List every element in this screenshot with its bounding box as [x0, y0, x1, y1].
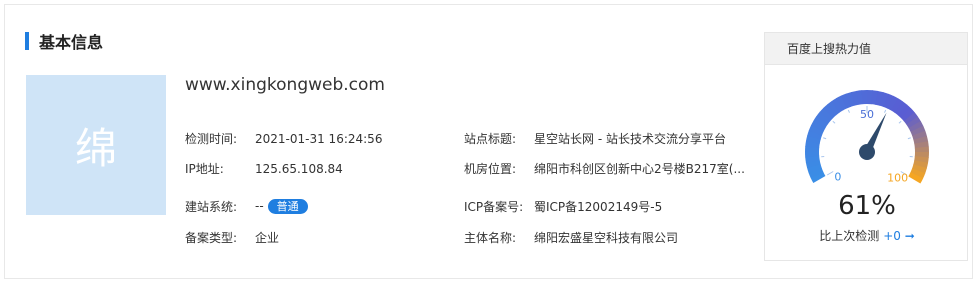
field-label: IP地址:: [185, 162, 224, 176]
field-label: 站点标题:: [464, 132, 517, 146]
heat-gauge: 0 50 100: [805, 90, 929, 185]
field-value[interactable]: 蜀ICP备12002149号-5: [534, 198, 662, 215]
field-value: 企业: [255, 231, 280, 245]
field-label: 建站系统:: [185, 200, 238, 214]
field-cms: 建站系统: -- 普通: [185, 198, 308, 215]
field-entity-name: 主体名称: 绵阳宏盛星空科技有限公司: [464, 229, 678, 246]
gauge-arc: [805, 90, 929, 184]
field-value: 绵阳市科创区创新中心2号楼B217室(...: [534, 162, 745, 176]
gauge-tick: [823, 137, 827, 140]
field-label: 主体名称:: [464, 231, 517, 245]
gauge-tick: [884, 109, 887, 113]
section-accent-bar: [25, 32, 29, 50]
field-value: 星空站长网 - 站长技术交流分享平台: [534, 132, 726, 146]
cms-badge: 普通: [267, 199, 308, 214]
field-site-title: 站点标题: 星空站长网 - 站长技术交流分享平台: [464, 130, 726, 147]
thumbnail-char: 绵: [74, 123, 117, 173]
section-header: 基本信息: [25, 31, 104, 52]
field-record-type: 备案类型: 企业: [185, 229, 279, 246]
compare-label: 比上次检测: [819, 229, 880, 243]
basic-info-card: 基本信息 绵 www.xingkongweb.com 检测时间: 2021-01…: [4, 4, 973, 279]
field-icp-number: ICP备案号: 蜀ICP备12002149号-5: [464, 198, 662, 215]
field-check-time: 检测时间: 2021-01-31 16:24:56: [185, 130, 382, 147]
compare-delta[interactable]: +0 ➞: [883, 229, 915, 243]
field-label: 备案类型:: [185, 231, 238, 245]
field-value: 2021-01-31 16:24:56: [255, 131, 383, 146]
site-domain[interactable]: www.xingkongweb.com: [185, 75, 385, 95]
gauge-tick: [907, 137, 911, 140]
gauge-title: 百度上搜热力值: [765, 33, 967, 65]
field-server-location: 机房位置: 绵阳市科创区创新中心2号楼B217室(...: [464, 160, 745, 177]
gauge-tick: [826, 171, 834, 176]
gauge-max-label: 100: [887, 172, 908, 185]
field-value[interactable]: 125.65.108.84: [255, 162, 343, 176]
field-value[interactable]: 绵阳宏盛星空科技有限公司: [534, 229, 678, 246]
gauge-value: 61%: [838, 191, 896, 221]
heat-gauge-panel: 百度上搜热力值 0 50 100 61% 比上次检测 +0 ➞: [764, 32, 968, 261]
needle-hub: [859, 144, 875, 160]
field-label: ICP备案号:: [464, 200, 524, 214]
gauge-tick: [847, 109, 850, 113]
gauge-compare: 比上次检测 +0 ➞: [765, 227, 969, 244]
site-thumbnail: 绵: [26, 75, 166, 215]
gauge-mid-label: 50: [860, 108, 874, 121]
gauge-tick: [832, 120, 836, 124]
field-ip-address: IP地址: 125.65.108.84: [185, 160, 343, 177]
field-label: 机房位置:: [464, 162, 517, 176]
gauge-min-label: 0: [834, 170, 841, 183]
field-value: --: [255, 199, 264, 213]
section-title: 基本信息: [39, 33, 104, 52]
gauge-tick: [898, 120, 902, 124]
field-label: 检测时间:: [185, 132, 238, 146]
